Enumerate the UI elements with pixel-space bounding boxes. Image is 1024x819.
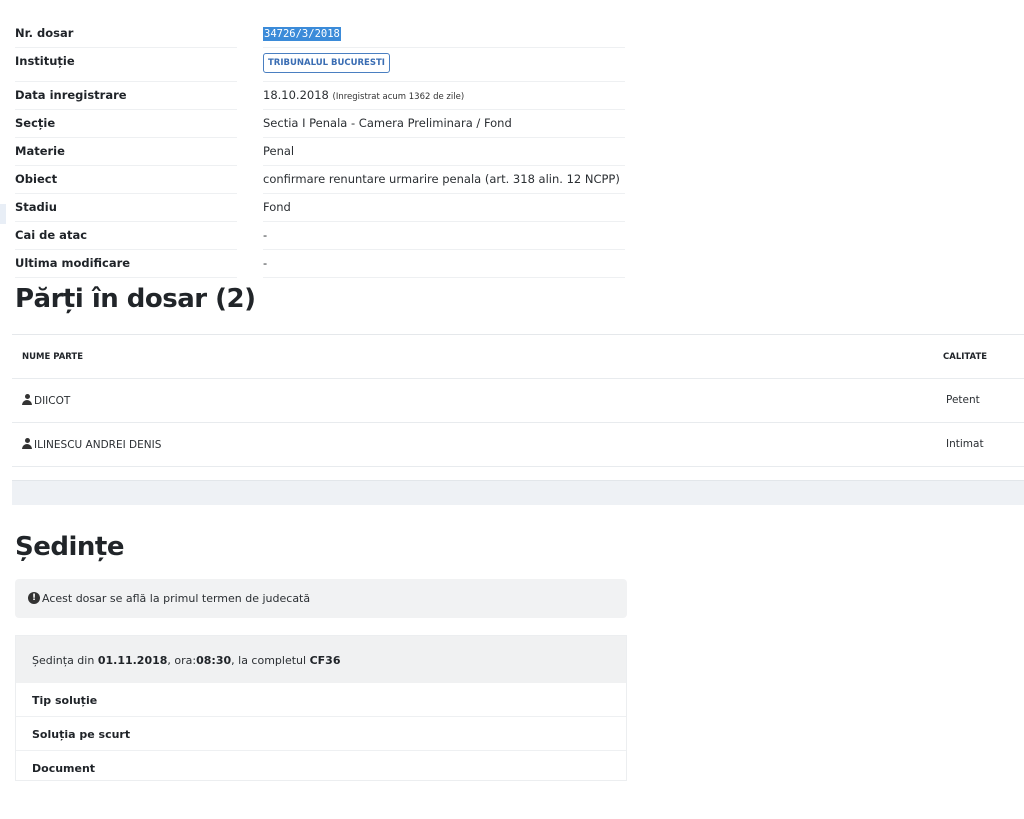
institution-badge[interactable]: TRIBUNALUL BUCURESTI	[263, 53, 390, 73]
table-header-row: NUME PARTE CALITATE	[12, 335, 1024, 379]
detail-value: -	[263, 228, 268, 242]
detail-value: -	[263, 256, 268, 270]
sessions-heading: Ședințe	[15, 532, 124, 562]
detail-label: Stadiu	[15, 200, 57, 214]
session-time-label: , ora:	[167, 654, 197, 667]
detail-label: Obiect	[15, 172, 58, 186]
detail-value: Penal	[263, 144, 295, 158]
table-row: DIICOT Petent	[12, 379, 1024, 423]
detail-label: Secție	[15, 116, 56, 130]
detail-row-cai-de-atac: Cai de atac -	[0, 222, 625, 250]
case-details: Nr. dosar 34726/3/2018 Instituție TRIBUN…	[0, 20, 625, 278]
parties-heading: Părți în dosar (2)	[15, 284, 256, 314]
info-alert: ! Acest dosar se află la primul termen d…	[15, 579, 627, 618]
detail-row-materie: Materie Penal	[0, 138, 625, 166]
session-row-label: Document	[32, 762, 96, 775]
table-row: ILINESCU ANDREI DENIS Intimat	[12, 423, 1024, 467]
user-icon	[22, 438, 32, 449]
detail-value: confirmare renuntare urmarire penala (ar…	[263, 172, 620, 186]
party-name: DIICOT	[34, 395, 71, 407]
party-role: Intimat	[946, 438, 984, 450]
detail-row-institutie: Instituție TRIBUNALUL BUCURESTI	[0, 48, 625, 82]
session-row-solutia-pe-scurt: Soluția pe scurt	[16, 717, 626, 751]
session-row-tip-solutie: Tip soluție	[16, 683, 626, 717]
session-panel: CF36	[309, 654, 341, 667]
detail-label: Ultima modificare	[15, 256, 131, 270]
column-header-role[interactable]: CALITATE	[943, 352, 987, 362]
session-header: Ședința din 01.11.2018, ora:08:30, la co…	[16, 636, 626, 683]
detail-row-ultima-modificare: Ultima modificare -	[0, 250, 625, 278]
detail-row-stadiu: Stadiu Fond	[0, 194, 625, 222]
detail-value: Fond	[263, 200, 291, 214]
detail-row-sectie: Secție Sectia I Penala - Camera Prelimin…	[0, 110, 625, 138]
registration-age: (Inregistrat acum 1362 de zile)	[332, 92, 465, 102]
detail-label: Cai de atac	[15, 228, 88, 242]
session-date: 01.11.2018	[97, 654, 168, 667]
info-circle-icon: !	[28, 592, 40, 604]
session-time: 08:30	[196, 654, 232, 667]
alert-text: Acest dosar se află la primul termen de …	[42, 592, 311, 605]
detail-label: Materie	[15, 144, 65, 158]
session-prefix: Ședința din	[32, 654, 98, 667]
party-role: Petent	[946, 394, 980, 406]
detail-value: Sectia I Penala - Camera Preliminara / F…	[263, 116, 512, 130]
session-card: Ședința din 01.11.2018, ora:08:30, la co…	[15, 635, 627, 781]
party-name: ILINESCU ANDREI DENIS	[34, 439, 162, 451]
session-row-label: Soluția pe scurt	[32, 728, 131, 741]
detail-row-nr-dosar: Nr. dosar 34726/3/2018	[0, 20, 625, 48]
detail-label: Nr. dosar	[15, 26, 74, 40]
column-header-name[interactable]: NUME PARTE	[22, 352, 83, 362]
detail-row-data-inregistrare: Data inregistrare 18.10.2018 (Inregistra…	[0, 82, 625, 110]
detail-label: Instituție	[15, 54, 75, 68]
detail-row-obiect: Obiect confirmare renuntare urmarire pen…	[0, 166, 625, 194]
parties-table: NUME PARTE CALITATE DIICOT Petent ILINES…	[12, 334, 1024, 480]
case-number[interactable]: 34726/3/2018	[263, 27, 341, 41]
session-row-document: Document	[16, 751, 626, 785]
detail-label: Data inregistrare	[15, 88, 127, 102]
registration-date: 18.10.2018	[263, 88, 329, 102]
user-icon	[22, 394, 32, 405]
section-separator	[12, 480, 1024, 505]
session-panel-label: , la completul	[231, 654, 310, 667]
session-row-label: Tip soluție	[32, 694, 98, 707]
